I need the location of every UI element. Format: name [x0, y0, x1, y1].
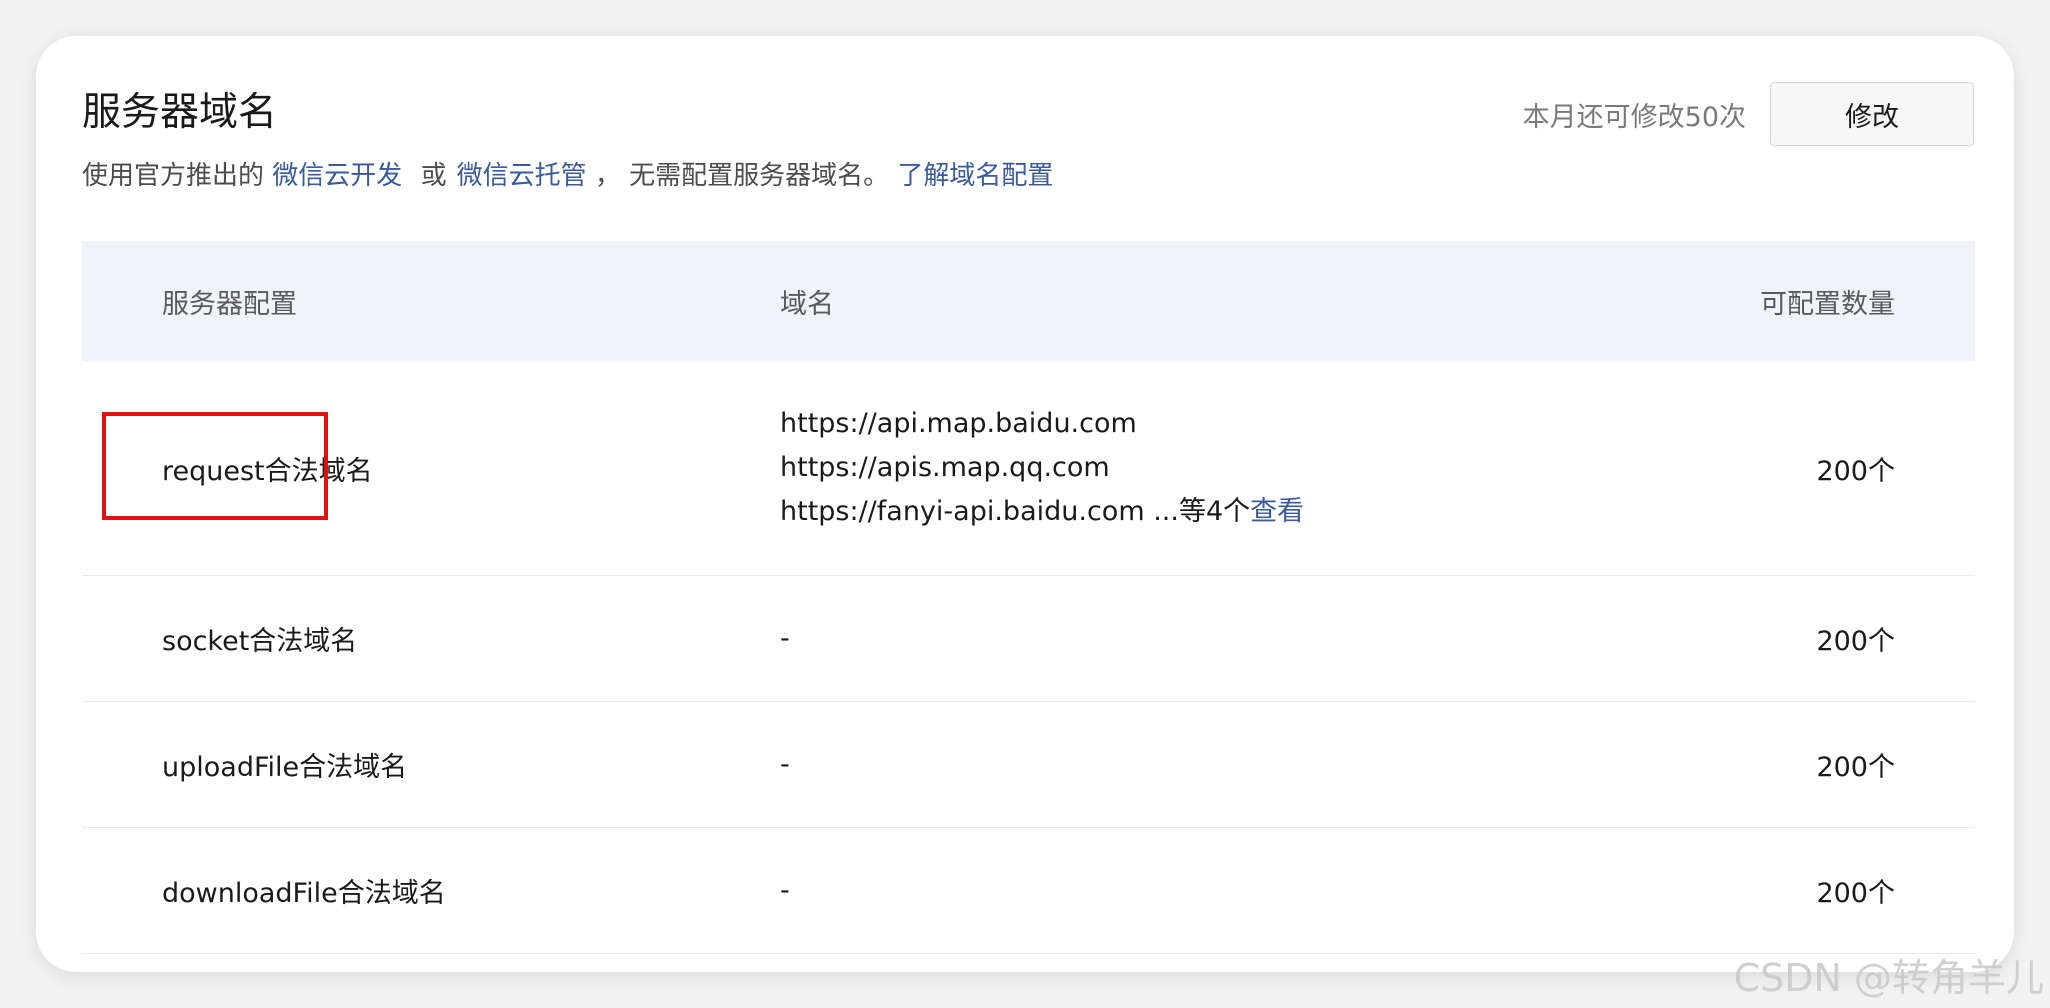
row-label: uploadFile合法域名 — [162, 752, 408, 783]
row-count: 200个 — [1816, 455, 1895, 487]
column-header-domain: 域名 — [780, 288, 834, 320]
row-count: 200个 — [1816, 752, 1895, 783]
domain-item: https://fanyi-api.baidu.com — [780, 496, 1145, 527]
table-row: downloadFile合法域名 - 200个 — [82, 828, 1975, 954]
desc-or: 或 — [420, 161, 447, 191]
domain-item: https://apis.map.qq.com — [780, 452, 1110, 483]
column-header-server-config: 服务器配置 — [162, 288, 297, 320]
more-domains-text: ...等4个 — [1144, 496, 1251, 527]
edit-quota-text: 本月还可修改50次 — [1522, 101, 1746, 133]
description: 使用官方推出的 微信云开发 或微信云托管 ， 无需配置服务器域名。 了解域名配置 — [82, 156, 1974, 196]
learn-domain-config-link[interactable]: 了解域名配置 — [897, 161, 1053, 191]
cloud-dev-link[interactable]: 微信云开发 — [272, 161, 402, 191]
server-domain-card: 服务器域名 使用官方推出的 微信云开发 或微信云托管 ， 无需配置服务器域名。 … — [36, 36, 2014, 972]
edit-button[interactable]: 修改 — [1770, 82, 1974, 146]
domain-table: 服务器配置 域名 可配置数量 request合法域名 https://api.m… — [82, 241, 1975, 954]
domain-item-last: https://fanyi-api.baidu.com ...等4个查看 — [780, 490, 1575, 534]
row-label: request合法域名 — [162, 455, 373, 487]
desc-prefix: 使用官方推出的 — [82, 161, 265, 191]
card-header: 服务器域名 使用官方推出的 微信云开发 或微信云托管 ， 无需配置服务器域名。 … — [82, 82, 1974, 196]
cloud-host-link[interactable]: 微信云托管 — [457, 161, 587, 191]
row-domain: - — [780, 749, 790, 780]
table-row: uploadFile合法域名 - 200个 — [82, 702, 1975, 828]
table-header: 服务器配置 域名 可配置数量 — [82, 241, 1975, 361]
domain-list: https://api.map.baidu.com https://apis.m… — [780, 402, 1575, 534]
row-count: 200个 — [1816, 626, 1895, 657]
row-domain: - — [780, 875, 790, 906]
table-row: socket合法域名 - 200个 — [82, 576, 1975, 702]
row-count: 200个 — [1816, 878, 1895, 909]
desc-suffix: ， 无需配置服务器域名。 — [594, 161, 890, 191]
view-all-link[interactable]: 查看 — [1250, 496, 1304, 527]
column-header-count: 可配置数量 — [1760, 288, 1895, 320]
header-actions: 本月还可修改50次 修改 — [1523, 82, 1974, 146]
row-label: socket合法域名 — [162, 626, 358, 657]
row-domain: - — [780, 623, 790, 654]
watermark: CSDN @转角羊儿 — [1733, 956, 2044, 1000]
row-label: downloadFile合法域名 — [162, 878, 446, 909]
domain-item: https://api.map.baidu.com — [780, 408, 1137, 439]
table-row: request合法域名 https://api.map.baidu.com ht… — [82, 361, 1975, 576]
